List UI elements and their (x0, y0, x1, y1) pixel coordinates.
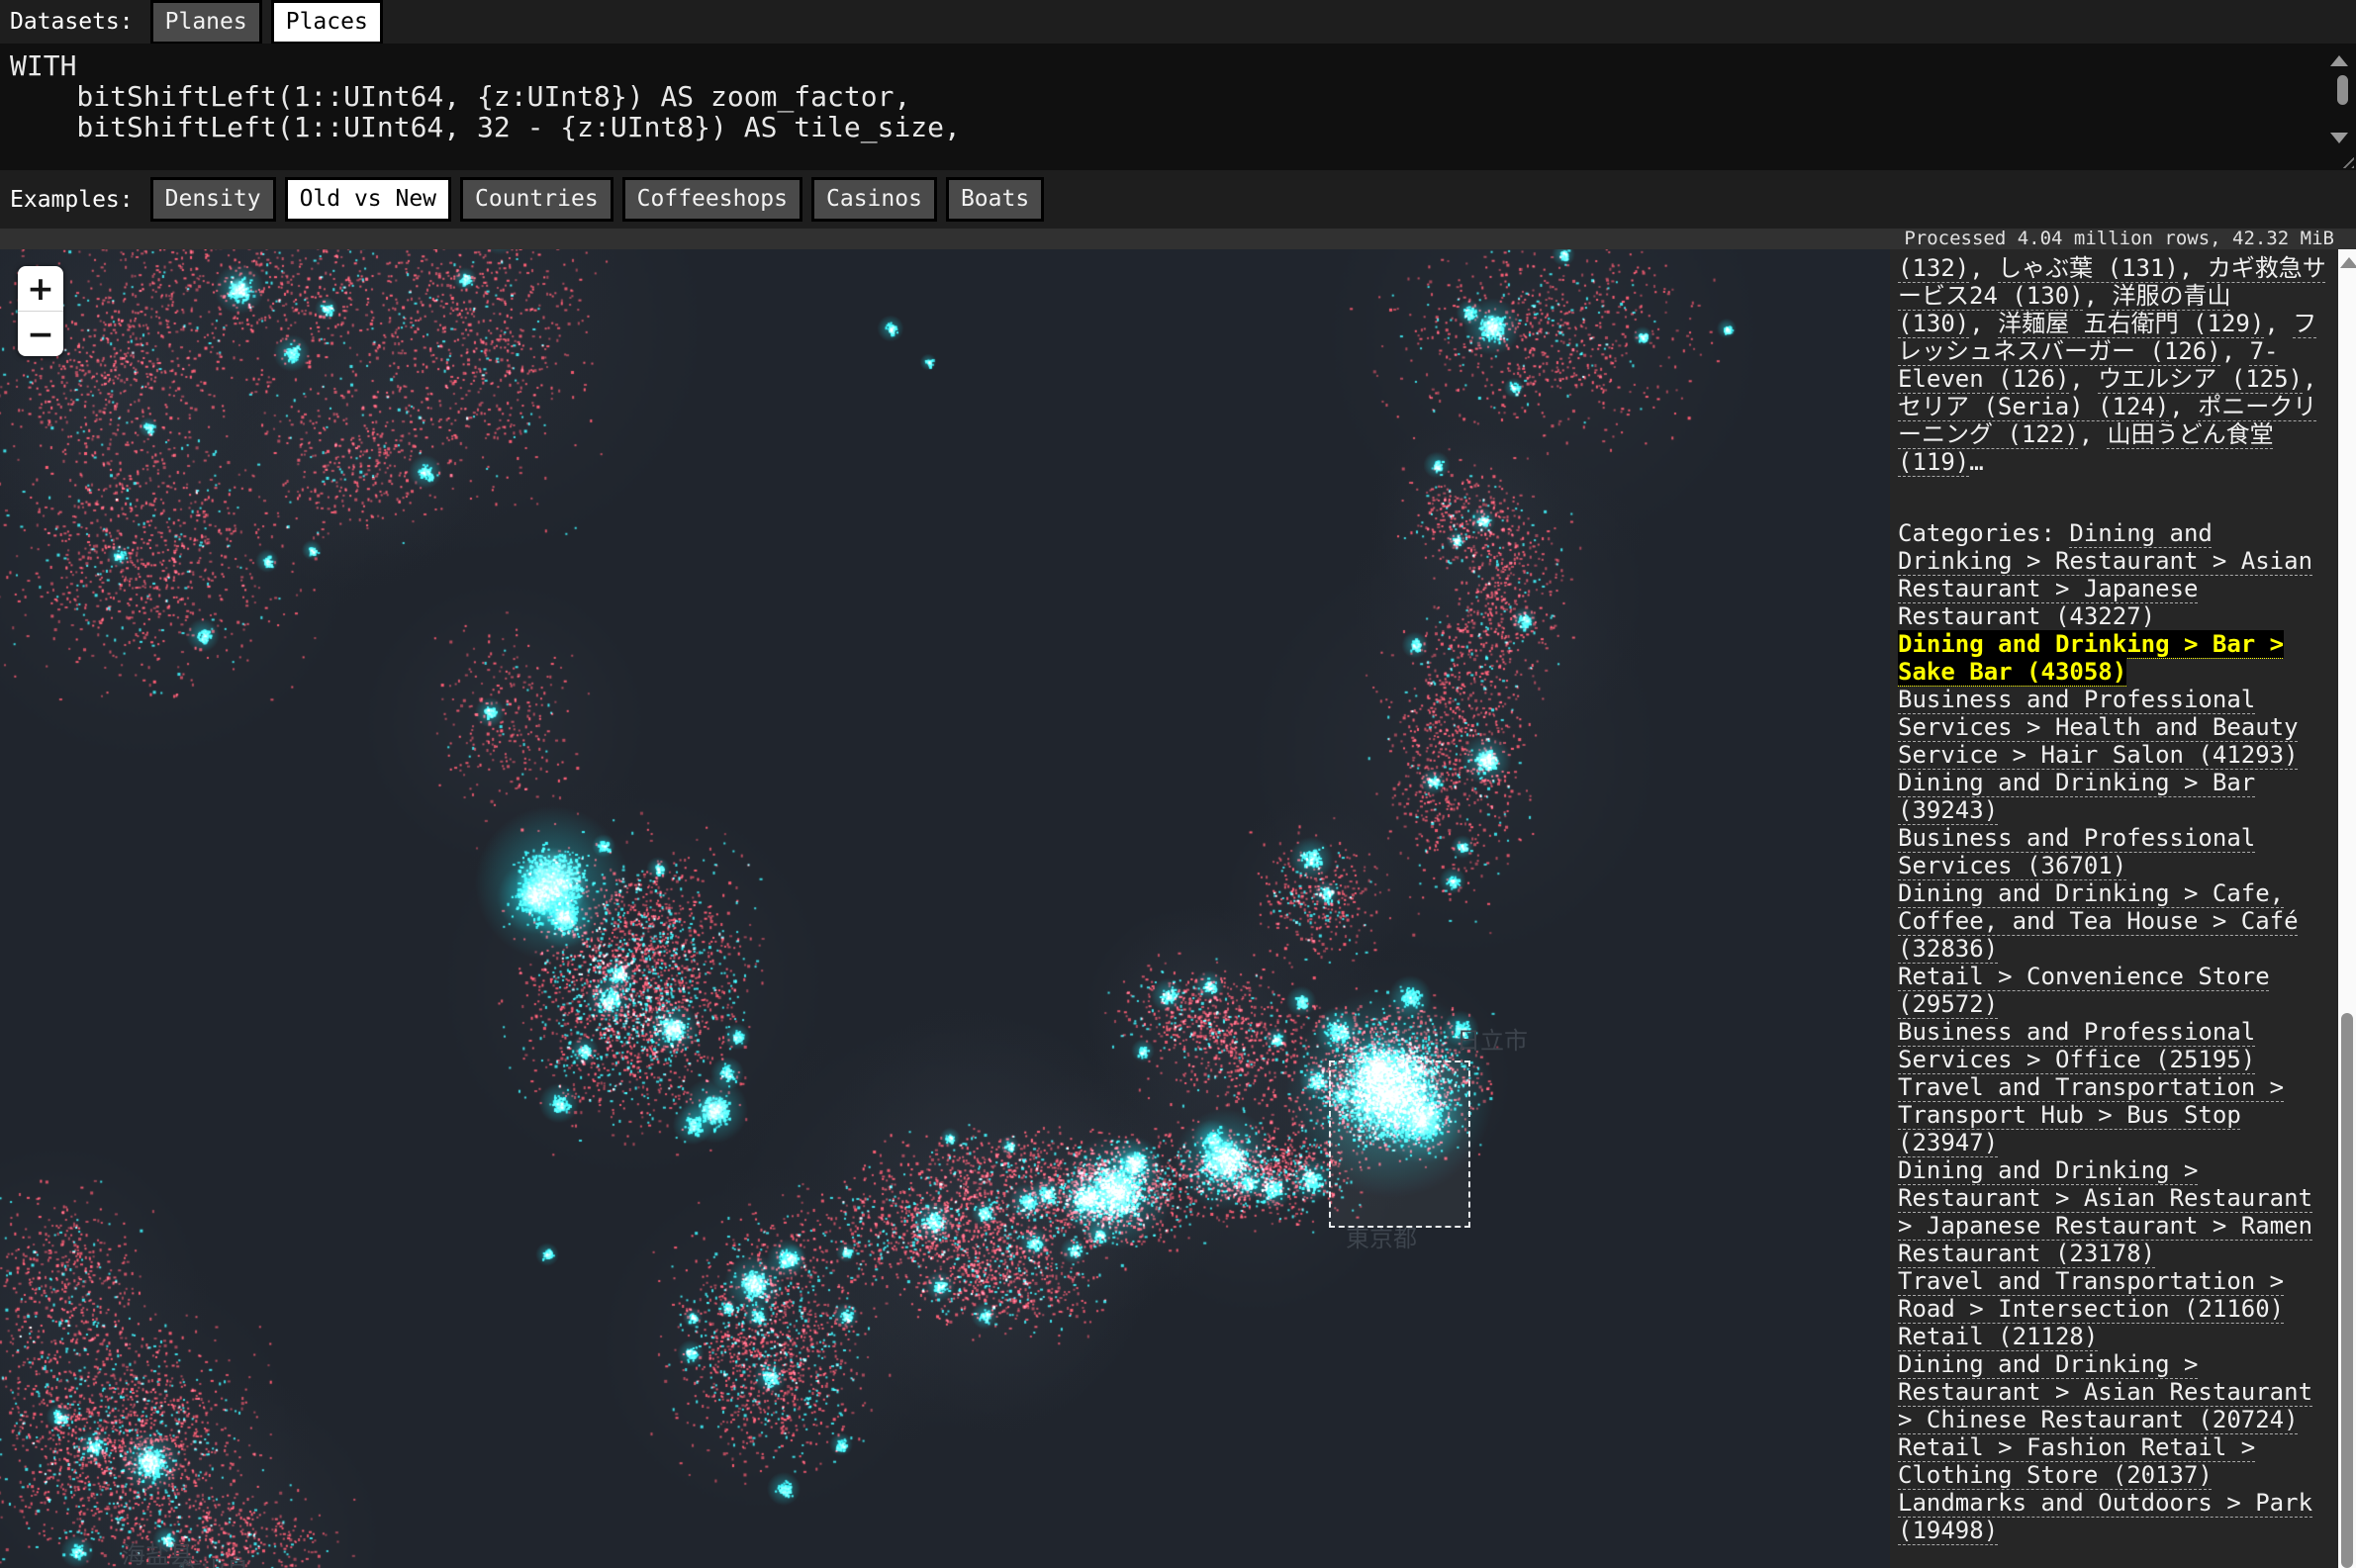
category-row: Business and Professional Services (3670… (1898, 824, 2330, 879)
category-row: Travel and Transportation > Transport Hu… (1898, 1073, 2330, 1156)
category-link[interactable]: Business and Professional Services > Off… (1898, 1018, 2255, 1073)
category-row: Dining and Drinking > Bar > Sake Bar (43… (1898, 630, 2330, 686)
datasets-bar: Datasets: Planes Places (0, 0, 2356, 44)
category-link[interactable]: Retail (21128) (1898, 1323, 2098, 1350)
zoom-out-button[interactable]: − (18, 311, 63, 356)
brand-link[interactable]: 洋麺屋 五右衛門 (129) (1998, 310, 2264, 337)
example-button-density[interactable]: Density (150, 177, 276, 222)
editor-scroll-up-icon[interactable] (2330, 55, 2348, 66)
status-bar: Processed 4.04 million rows, 42.32 MiB (0, 229, 2356, 249)
brand-link[interactable]: ウエルシア (125) (2098, 365, 2303, 393)
category-row: Business and Professional Services > Off… (1898, 1018, 2330, 1073)
examples-bar: Examples: Density Old vs New Countries C… (0, 170, 2356, 229)
map-city-label: 日立市 (1457, 1021, 1528, 1056)
category-link-selected[interactable]: Dining and Drinking > Bar > Sake Bar (43… (1898, 630, 2284, 686)
category-row: Landmarks and Outdoors > Park (19498) (1898, 1489, 2330, 1544)
examples-label: Examples: (10, 187, 134, 213)
example-button-boats[interactable]: Boats (946, 177, 1044, 222)
example-button-coffeeshops[interactable]: Coffeeshops (622, 177, 802, 222)
brand-link[interactable]: (132) (1898, 254, 1969, 282)
map-city-label: 岱山县 (178, 1551, 249, 1568)
editor-scrollbar-thumb[interactable] (2337, 75, 2348, 105)
example-button-old-vs-new[interactable]: Old vs New (285, 177, 451, 222)
category-link[interactable]: Dining and Drinking > Restaurant > Asian… (1898, 1350, 2312, 1433)
category-row: Dining and Drinking > Restaurant > Asian… (1898, 1156, 2330, 1267)
category-link[interactable]: Business and Professional Services (3670… (1898, 824, 2255, 879)
map-zoom-control: + − (18, 266, 63, 356)
category-link[interactable]: Retail > Fashion Retail > Clothing Store… (1898, 1433, 2255, 1489)
category-row: Dining and Drinking > Cafe, Coffee, and … (1898, 879, 2330, 963)
dataset-button-planes[interactable]: Planes (150, 0, 262, 45)
category-row: Business and Professional Services > Hea… (1898, 686, 2330, 769)
category-link[interactable]: Retail > Convenience Store (29572) (1898, 963, 2270, 1018)
query-editor[interactable]: WITH bitShiftLeft(1::UInt64, {z:UInt8}) … (0, 44, 2356, 170)
map[interactable]: 日立市 東京都 海盐县 岱山县 + − (0, 249, 1890, 1568)
query-code[interactable]: WITH bitShiftLeft(1::UInt64, {z:UInt8}) … (10, 50, 2316, 142)
category-row: Dining and Drinking > Restaurant > Asian… (1898, 1350, 2330, 1433)
scroll-up-arrow-icon[interactable] (2340, 257, 2356, 268)
category-link[interactable]: Dining and Drinking > Cafe, Coffee, and … (1898, 879, 2299, 963)
category-link[interactable]: Business and Professional Services > Hea… (1898, 686, 2299, 769)
stats-sidebar: (132), しゃぶ葉 (131), カギ救急サービス24 (130), 洋服の… (1890, 249, 2338, 1568)
category-link[interactable]: Dining and Drinking > Bar (39243) (1898, 769, 2255, 824)
example-button-casinos[interactable]: Casinos (811, 177, 937, 222)
brand-link[interactable]: セリア (Seria) (124) (1898, 393, 2169, 420)
category-row: Retail > Fashion Retail > Clothing Store… (1898, 1433, 2330, 1489)
categories-label: Categories: (1898, 519, 2069, 547)
category-link[interactable]: Travel and Transportation > Road > Inter… (1898, 1267, 2284, 1323)
dataset-button-places[interactable]: Places (271, 0, 383, 45)
category-row: Dining and Drinking > Bar (39243) (1898, 769, 2330, 824)
brand-link[interactable]: しゃぶ葉 (131) (1998, 254, 2179, 282)
main-area: 日立市 東京都 海盐县 岱山县 + − (132), しゃぶ葉 (131), カ… (0, 249, 2356, 1568)
category-row: Retail (21128) (1898, 1323, 2330, 1350)
category-row: Travel and Transportation > Road > Inter… (1898, 1267, 2330, 1323)
category-row: Retail > Convenience Store (29572) (1898, 963, 2330, 1018)
categories-list: Categories: Dining and Drinking > Restau… (1898, 519, 2330, 1544)
category-row: Categories: Dining and Drinking > Restau… (1898, 519, 2330, 630)
editor-resize-grip-icon[interactable] (2337, 151, 2354, 168)
category-link[interactable]: Dining and Drinking > Restaurant > Asian… (1898, 1156, 2312, 1267)
map-canvas[interactable] (0, 249, 1890, 1568)
selection-rectangle (1329, 1061, 1470, 1228)
category-link[interactable]: Travel and Transportation > Transport Hu… (1898, 1073, 2284, 1156)
brands-list: (132), しゃぶ葉 (131), カギ救急サービス24 (130), 洋服の… (1898, 254, 2330, 476)
status-text: Processed 4.04 million rows, 42.32 MiB (1904, 228, 2334, 249)
sidebar-scrollbar-thumb[interactable] (2341, 1013, 2353, 1568)
editor-scroll-down-icon[interactable] (2330, 133, 2348, 143)
example-button-countries[interactable]: Countries (460, 177, 613, 222)
zoom-in-button[interactable]: + (18, 266, 63, 311)
category-link[interactable]: Landmarks and Outdoors > Park (19498) (1898, 1489, 2312, 1544)
datasets-label: Datasets: (10, 9, 134, 35)
sidebar-scrollbar[interactable] (2338, 249, 2356, 1568)
